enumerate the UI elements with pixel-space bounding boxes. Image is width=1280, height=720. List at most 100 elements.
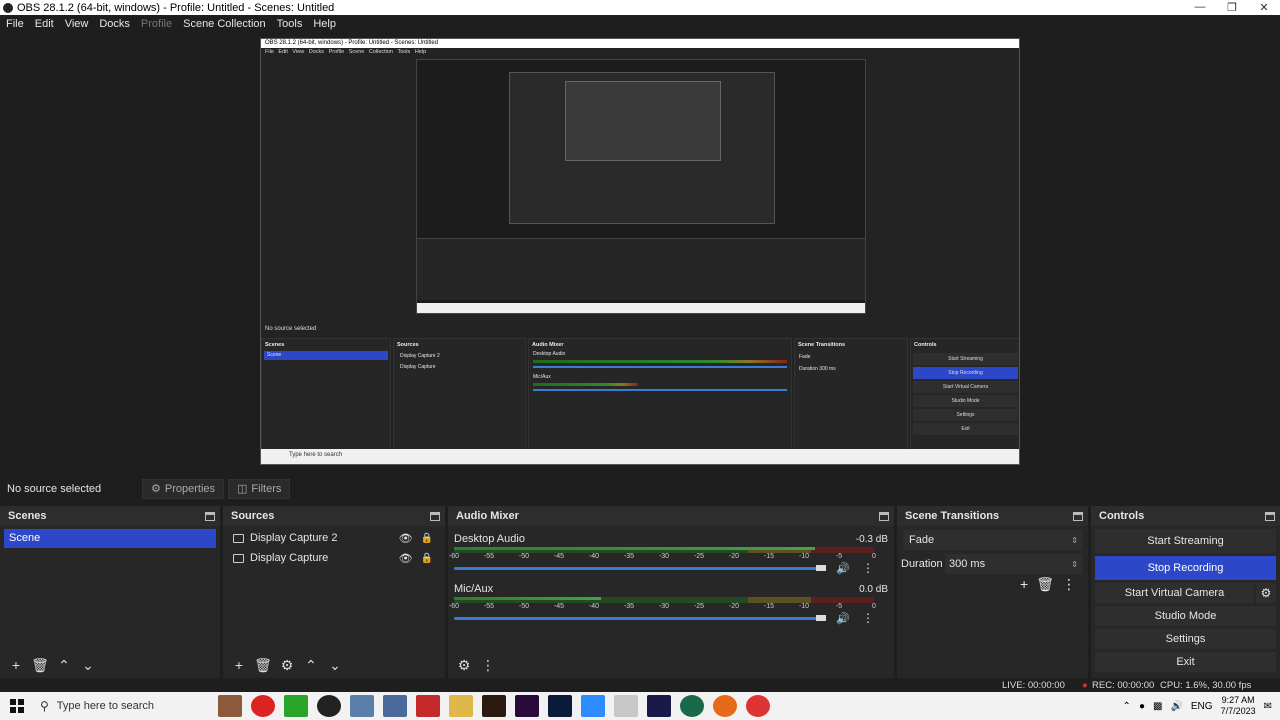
undock-icon[interactable] [879,511,889,521]
trash-icon[interactable]: 🗑 [253,655,273,675]
taskbar-search[interactable]: ⚲ Type here to search [32,693,212,719]
app-icon-14[interactable] [647,695,671,717]
trash-icon[interactable]: 🗑 [30,655,50,675]
windows-start-icon[interactable] [10,699,24,713]
plus-icon[interactable]: + [6,655,26,675]
transition-select[interactable]: Fade ⇕ [903,530,1082,550]
gear-icon[interactable]: ⚙ [1256,583,1276,603]
undock-icon[interactable] [1265,511,1275,521]
lock-icon[interactable]: 🔒 [421,553,433,564]
menu-docks[interactable]: Docks [99,18,130,30]
mic-icon[interactable]: ● [1139,701,1145,712]
tick-label: -35 [623,553,635,560]
menu-tools[interactable]: Tools [277,18,303,30]
properties-button[interactable]: ⚙ Properties [142,478,225,499]
nested-scenes-dock: Scenes Scene [261,338,391,450]
speaker-icon[interactable]: 🔊 [836,612,850,625]
volume-knob[interactable] [816,615,827,621]
illustrator-icon[interactable] [482,695,506,717]
start-streaming-button[interactable]: Start Streaming [1095,529,1276,553]
filters-button[interactable]: ◫ Filters [228,478,291,499]
menu-file[interactable]: File [6,18,24,30]
stop-recording-button[interactable]: Stop Recording [1095,556,1276,580]
premiere-icon[interactable] [515,695,539,717]
volume-slider[interactable] [454,616,821,620]
volume-slider[interactable] [454,566,821,570]
minimize-icon[interactable]: — [1184,1,1216,14]
folder-icon[interactable] [449,695,473,717]
app-icon-3[interactable] [284,695,308,717]
virtual-camera-row: Start Virtual Camera ⚙ [1091,580,1280,603]
nested-preview-level-3 [565,81,721,161]
nested-docks: Scenes Scene Sources Display Capture 2 D… [261,338,1019,450]
menu-profile[interactable]: Profile [141,18,172,30]
app-icon-5[interactable] [350,695,374,717]
spin-icon[interactable]: ⇕ [1071,560,1078,569]
plus-icon[interactable]: + [1020,576,1028,593]
kebab-icon[interactable]: ⋮ [1062,576,1076,593]
app-icon-1[interactable] [218,695,242,717]
trash-icon[interactable]: 🗑 [1036,576,1054,593]
down-icon[interactable]: ⌄ [325,655,345,675]
zoom-icon[interactable] [581,695,605,717]
clock[interactable]: 9:27 AM 7/7/2023 [1221,695,1256,717]
menu-help[interactable]: Help [313,18,336,30]
undock-icon[interactable] [430,511,440,521]
scenes-dock-header: Scenes [0,506,220,526]
app-icon-13[interactable] [614,695,638,717]
speaker-icon[interactable]: 🔊 [836,562,850,575]
close-icon[interactable]: ✕ [1248,1,1280,14]
chevron-up-icon[interactable]: ⌃ [1123,701,1131,712]
duration-input[interactable]: 300 ms ⇕ [945,554,1082,574]
start-virtual-camera-button[interactable]: Start Virtual Camera [1095,583,1254,603]
obs-taskbar-icon[interactable] [317,695,341,717]
settings-button[interactable]: Settings [1095,629,1276,649]
nested-preview-level-2 [509,72,775,224]
source-item[interactable]: Display Capture 👁 🔒 [223,548,445,568]
eye-icon[interactable]: 👁 [399,532,413,545]
system-tray: ⌃ ● ▩ 🔊 ENG 9:27 AM 7/7/2023 ✉ [1123,695,1280,717]
volume-icon[interactable]: 🔊 [1170,701,1182,712]
language-indicator[interactable]: ENG [1191,701,1213,712]
restore-icon[interactable]: ❐ [1216,1,1248,14]
gear-icon[interactable]: ⚙ [277,655,297,675]
network-icon[interactable]: ▩ [1153,701,1162,712]
firefox-icon[interactable] [713,695,737,717]
up-icon[interactable]: ⌃ [54,655,74,675]
plus-icon[interactable]: + [229,655,249,675]
sources-dock: Sources Display Capture 2 👁 🔒 Display Ca… [223,506,448,678]
filezilla-icon[interactable] [416,695,440,717]
source-item[interactable]: Display Capture 2 👁 🔒 [223,528,445,548]
up-icon[interactable]: ⌃ [301,655,321,675]
chrome-icon[interactable] [746,695,770,717]
kebab-icon[interactable]: ⋮ [862,611,874,625]
taskbar-apps [218,695,770,717]
menu-edit[interactable]: Edit [35,18,54,30]
volume-knob[interactable] [816,565,827,571]
eye-icon[interactable]: 👁 [399,552,413,565]
gear-icon[interactable]: ⚙ [454,655,474,675]
menu-view[interactable]: View [65,18,89,30]
kebab-icon[interactable]: ⋮ [862,561,874,575]
notification-icon[interactable]: ✉ [1264,701,1272,712]
down-icon[interactable]: ⌄ [78,655,98,675]
menu-scene-collection[interactable]: Scene Collection [183,18,266,30]
scene-item[interactable]: Scene [4,529,216,548]
channel-db: -0.3 dB [855,533,888,545]
photoshop-icon[interactable] [548,695,572,717]
exit-button[interactable]: Exit [1095,652,1276,672]
app-icon-2[interactable] [251,695,275,717]
undock-icon[interactable] [205,511,215,521]
studio-mode-button[interactable]: Studio Mode [1095,606,1276,626]
nested-preview-taskbar [417,303,865,313]
channel-db: 0.0 dB [859,583,888,595]
lock-icon[interactable]: 🔒 [421,533,433,544]
preview-canvas[interactable]: OBS 28.1.2 (64-bit, windows) - Profile: … [0,32,1280,476]
cpu-fps: CPU: 1.6%, 30.00 fps [1160,680,1252,691]
undock-icon[interactable] [1073,511,1083,521]
kebab-icon[interactable]: ⋮ [478,655,498,675]
app-icon-6[interactable] [383,695,407,717]
app-icon-15[interactable] [680,695,704,717]
tick-label: -40 [588,553,600,560]
source-toolbar: No source selected ⚙ Properties ◫ Filter… [0,476,1280,501]
